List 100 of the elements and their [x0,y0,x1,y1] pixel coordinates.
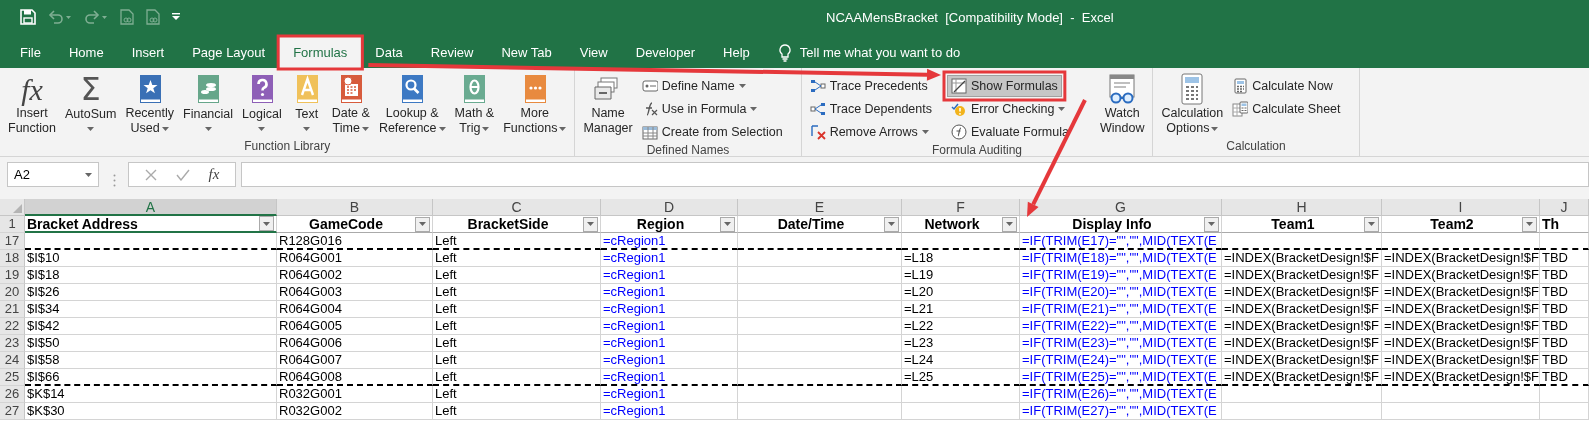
ribbon-tab[interactable]: Data [361,37,417,68]
row-header[interactable]: 24 [0,352,25,369]
table-cell [1540,403,1589,420]
row-header[interactable]: 23 [0,335,25,352]
formula-field[interactable] [241,162,1589,187]
column-header[interactable]: C [433,199,601,216]
filter-button[interactable] [415,216,430,232]
column-header[interactable]: I [1382,199,1540,216]
ribbon-tab[interactable]: New Tab [487,37,566,68]
lookup-reference-button[interactable]: Lookup & Reference [374,70,450,138]
remove-arrows-button[interactable]: Remove Arrows [805,121,933,143]
ribbon-tab[interactable]: Home [54,37,118,68]
use-in-formula-button[interactable]: Use in Formula [637,98,762,120]
table-cell: =INDEX(BracketDesign!$F [1222,318,1382,335]
row-header[interactable]: 21 [0,301,25,318]
table-cell: R064G004 [277,301,433,318]
row-header[interactable]: 18 [0,250,25,267]
logical-button[interactable]: Logical [238,70,286,138]
trace-precedents-button[interactable]: Trace Precedents [805,75,932,97]
calculation-options-button[interactable]: Calculation Options [1157,70,1228,138]
column-header[interactable]: H [1222,199,1382,216]
math-trig-button[interactable]: Math & Trig [450,70,499,138]
name-manager-button[interactable]: Name Manager [579,70,637,138]
name-box[interactable]: A2 [7,162,99,187]
save-icon[interactable] [20,9,36,25]
ribbon-tab[interactable]: File [6,37,55,68]
window-title: NCAAMensBracket [Compatibility Mode] - Excel [826,9,1114,25]
table-cell: R128G016 [277,233,433,250]
table-cell: =cRegion1 [601,403,738,420]
filter-button[interactable] [1204,216,1219,232]
ribbon-tab[interactable]: Formulas [279,37,362,68]
table-cell: =INDEX(BracketDesign!$F [1222,284,1382,301]
column-header[interactable]: E [738,199,902,216]
customize-icon[interactable] [172,13,180,21]
filter-button[interactable] [1364,216,1379,232]
filter-button[interactable] [583,216,598,232]
autosum-button[interactable]: Σ AutoSum [60,70,121,138]
filter-button[interactable] [720,216,735,232]
table-cell: =INDEX(BracketDesign!$F [1222,267,1382,284]
ribbon-tab[interactable]: Page Layout [178,37,280,68]
table-cell: =IF(TRIM(E21)="","",MID(TEXT(E [1020,301,1222,318]
show-formulas-button[interactable]: Show Formulas [947,75,1062,97]
group-label: Function Library [243,139,332,155]
table-cell: Left [433,301,601,318]
column-header[interactable]: D [601,199,738,216]
define-name-button[interactable]: Define Name [637,75,750,97]
ribbon-tab[interactable]: Insert [117,37,179,68]
column-header[interactable]: J [1540,199,1589,216]
row-header[interactable]: 27 [0,403,25,420]
row-header[interactable]: 1 [0,216,25,233]
column-header[interactable]: G [1020,199,1222,216]
ribbon-tab[interactable]: Help [709,37,764,68]
create-from-selection-button[interactable]: Create from Selection [637,121,787,143]
table-cell: R032G001 [277,386,433,403]
insert-function-button[interactable]: fx [208,166,220,183]
calculate-sheet-button[interactable]: Calculate Sheet [1228,98,1345,120]
table-cell: $I$58 [25,352,277,369]
table-cell: =cRegion1 [601,284,738,301]
row-header[interactable]: 20 [0,284,25,301]
table-cell: =INDEX(BracketDesign!$F [1382,318,1540,335]
watch-window-button[interactable]: Watch Window [1095,70,1149,138]
table-cell: =cRegion1 [601,369,738,386]
column-header[interactable]: F [902,199,1020,216]
calculate-sheet-icon [1232,101,1249,117]
table-cell: =L25 [902,369,1020,386]
ribbon-tab[interactable]: Developer [621,37,709,68]
evaluate-formula-button[interactable]: Evaluate Formula [947,121,1073,143]
ribbon-tab[interactable]: View [565,37,622,68]
row-header[interactable]: 26 [0,386,25,403]
grip-icon [113,174,116,187]
table-cell: =INDEX(BracketDesign!$F [1222,250,1382,267]
error-checking-button[interactable]: Error Checking [947,98,1070,120]
row-header[interactable]: 19 [0,267,25,284]
table-cell: =IF(TRIM(E26)="","",MID(TEXT(E [1020,386,1222,403]
financial-button[interactable]: Financial [179,70,238,138]
filter-button[interactable] [1522,216,1537,232]
date-time-button[interactable]: Date & Time [327,70,374,138]
filter-button[interactable] [1002,216,1017,232]
lightbulb-icon [777,43,792,62]
table-cell: =L18 [902,250,1020,267]
filter-button[interactable] [259,216,274,231]
caret-icon [1006,222,1013,226]
text-button[interactable]: Text [286,70,327,138]
ribbon-tab[interactable]: Review [416,37,488,68]
recently-used-button[interactable]: Recently Used [121,70,178,138]
table-cell: =INDEX(BracketDesign!$F [1382,267,1540,284]
row-header[interactable]: 22 [0,318,25,335]
tell-me-search[interactable]: Tell me what you want to do [799,45,961,60]
more-functions-button[interactable]: More Functions [499,70,571,138]
row-header[interactable]: 17 [0,233,25,250]
row-header[interactable]: 25 [0,369,25,386]
table-cell: $I$34 [25,301,277,318]
column-header[interactable]: B [277,199,433,216]
table-cell: =cRegion1 [601,318,738,335]
calculate-now-button[interactable]: Calculate Now [1228,75,1337,97]
column-header[interactable]: A [25,199,277,216]
table-cell: R032G002 [277,403,433,420]
filter-button[interactable] [884,216,899,232]
insert-function-button[interactable]: fx Insert Function [4,70,60,138]
trace-dependents-button[interactable]: Trace Dependents [805,98,936,120]
